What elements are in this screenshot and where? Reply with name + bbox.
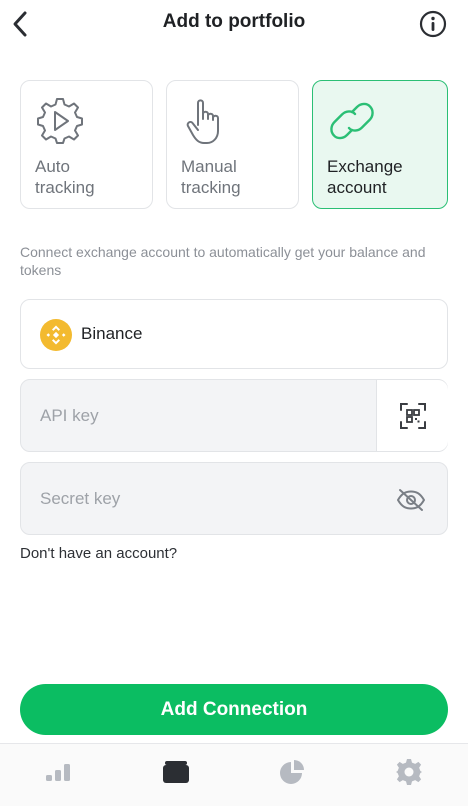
- scan-qr-button[interactable]: [377, 380, 448, 451]
- toggle-secret-visibility-button[interactable]: [391, 485, 431, 515]
- hand-pointer-icon: [186, 99, 219, 144]
- gear-play-icon: [37, 98, 83, 144]
- tab-auto-tracking[interactable]: Auto tracking: [20, 80, 153, 209]
- chevron-left-icon: [13, 11, 27, 37]
- api-key-input[interactable]: [21, 380, 377, 451]
- nav-settings[interactable]: [387, 754, 431, 790]
- exchange-name: Binance: [81, 324, 143, 343]
- exchange-selector[interactable]: Binance: [20, 299, 448, 369]
- bar-chart-icon: [46, 764, 70, 781]
- wallet-icon: [163, 761, 189, 783]
- add-connection-button[interactable]: Add Connection: [20, 684, 448, 735]
- binance-logo: [40, 319, 72, 351]
- nav-markets[interactable]: [37, 754, 81, 790]
- connect-description: Connect exchange account to automaticall…: [20, 244, 426, 278]
- back-button[interactable]: [6, 6, 34, 42]
- tab-exchange-account[interactable]: Exchange account: [312, 80, 448, 209]
- page-title: Add to portfolio: [162, 11, 306, 32]
- bottom-nav: [0, 743, 468, 806]
- nav-analytics[interactable]: [270, 754, 314, 790]
- nav-portfolio[interactable]: [154, 754, 198, 790]
- eye-off-icon: [397, 489, 425, 511]
- header: Add to portfolio: [0, 0, 468, 48]
- tab-manual-tracking-label: Manual tracking: [181, 157, 241, 197]
- link-icon: [330, 102, 374, 140]
- gear-icon: [396, 759, 422, 785]
- no-account-link[interactable]: Don't have an account?: [20, 545, 177, 562]
- tab-manual-tracking[interactable]: Manual tracking: [166, 80, 299, 209]
- tab-auto-tracking-label: Auto tracking: [35, 157, 95, 197]
- api-key-field: [20, 379, 448, 452]
- info-circle-icon: [419, 10, 447, 38]
- pie-chart-icon: [280, 760, 304, 784]
- secret-key-field: [20, 462, 448, 535]
- tracking-method-tabs: Auto tracking Manual tracking Exchange a…: [20, 80, 448, 213]
- tab-exchange-account-label: Exchange account: [327, 157, 403, 197]
- qr-scan-icon: [399, 402, 426, 429]
- info-button[interactable]: [418, 9, 448, 39]
- secret-key-input[interactable]: [21, 463, 381, 534]
